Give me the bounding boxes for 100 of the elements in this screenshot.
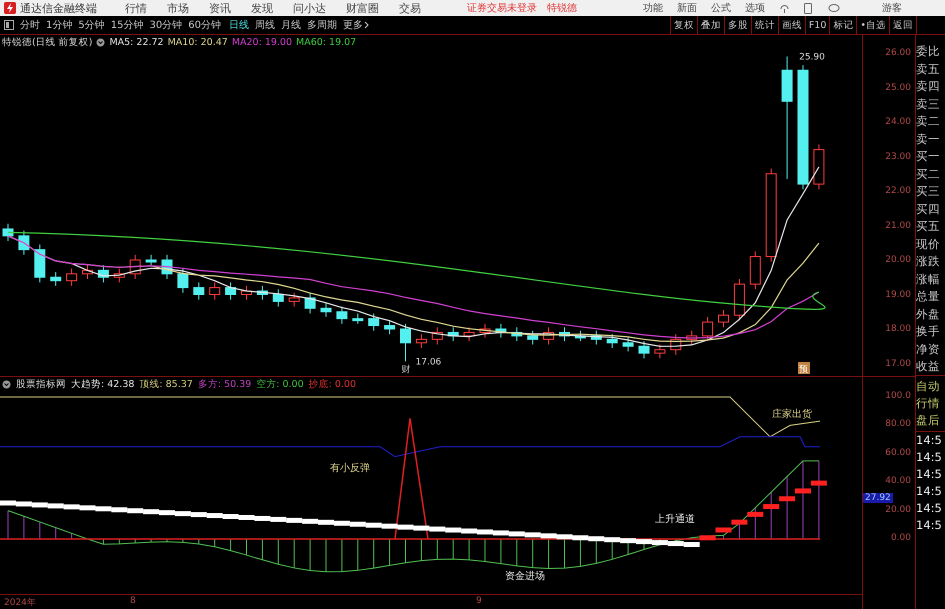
period-tab[interactable]: 30分钟 [149, 18, 182, 32]
candle [654, 344, 666, 359]
candle [559, 326, 570, 342]
tool-button[interactable]: 叠加 [696, 16, 724, 34]
menu-item[interactable]: 交易 [399, 0, 421, 16]
phone-icon[interactable] [804, 2, 812, 14]
trade-time: 14:5 [916, 483, 943, 500]
candle [34, 244, 46, 283]
price-axis-label: 25.00 [885, 82, 911, 92]
quote-label: 收益 [916, 358, 941, 375]
candle [209, 282, 220, 300]
quote-label: 涨跌 [916, 253, 941, 270]
quote-label: 总量 [916, 288, 941, 305]
candle [50, 272, 62, 286]
candle [416, 334, 427, 348]
candle [702, 316, 714, 342]
menu-item[interactable]: 资讯 [209, 0, 231, 16]
period-tab[interactable]: 更多 [342, 18, 369, 32]
candle [304, 292, 316, 314]
menu-item[interactable]: 公式 [711, 1, 731, 15]
panel-toggle-icon[interactable] [4, 20, 14, 30]
tool-button[interactable]: 返回 [889, 16, 916, 34]
moving-average-value: MA60: 19.07 [296, 37, 356, 48]
menu-item[interactable]: 财富圈 [346, 0, 379, 16]
period-tab[interactable]: 1分钟 [46, 18, 72, 32]
settings-icon[interactable] [2, 380, 11, 388]
candle [432, 326, 443, 346]
candle [480, 323, 490, 338]
tool-button[interactable]: 复权 [670, 16, 697, 34]
candle [495, 323, 506, 338]
candle [750, 250, 761, 290]
candle [670, 334, 682, 356]
mode-label[interactable]: 盘后 [916, 412, 945, 429]
indicator-value: 抄底: 0.00 [308, 378, 356, 390]
candle [400, 323, 411, 362]
tool-button[interactable]: 多股 [724, 16, 751, 34]
quote-label: 换手 [916, 323, 941, 340]
period-tab[interactable]: 周线 [254, 18, 275, 32]
indicator-value: 空方: 0.00 [256, 378, 304, 390]
indicator-axis-label: 60.00 [885, 448, 911, 458]
quote-label: 卖二 [916, 113, 941, 130]
menu-item[interactable]: 选项 [745, 1, 765, 15]
candle [448, 326, 459, 342]
tool-button[interactable]: 统计 [750, 16, 778, 34]
trade-time: 14:5 [916, 466, 943, 483]
settings-icon[interactable] [96, 38, 106, 47]
stock-name: 特锐德 [547, 2, 577, 15]
menu-item[interactable]: 市场 [167, 0, 189, 16]
login-notice[interactable]: 证券交易未登录 [467, 1, 537, 15]
candle [225, 282, 236, 300]
mode-label[interactable]: 行情 [916, 395, 945, 412]
menu-item[interactable]: 新面 [677, 1, 697, 15]
candle [320, 302, 332, 318]
candle [256, 285, 268, 300]
tool-button[interactable]: 标记 [829, 16, 856, 34]
candle [130, 254, 141, 280]
date-label: 2024年 [4, 596, 36, 609]
price-axis-label: 18.00 [885, 324, 911, 334]
indicator-axis-label: 40.00 [885, 476, 911, 486]
quote-label: 外盘 [916, 306, 941, 322]
date-label: 9 [476, 596, 482, 606]
indicator-name: 股票指标网 [16, 378, 66, 390]
period-tab[interactable]: 60分钟 [188, 18, 221, 32]
mode-label[interactable]: 自动 [916, 378, 945, 395]
indicator-axis-label: 100.0 [885, 391, 911, 401]
menu-item[interactable]: 发现 [251, 0, 273, 16]
menu-item[interactable]: 功能 [643, 1, 663, 15]
tool-button[interactable]: 画线 [778, 16, 805, 34]
event-marker: 预 [799, 365, 808, 375]
period-tab[interactable]: 多周期 [306, 18, 337, 32]
moving-average-value: MA20: 19.00 [232, 37, 292, 48]
candle [241, 285, 252, 300]
user-label[interactable]: 游客 [882, 1, 902, 15]
candle [82, 264, 93, 280]
candle [66, 268, 78, 286]
candle [288, 292, 300, 308]
quote-label: 卖五 [916, 60, 941, 78]
price-axis-label: 23.00 [885, 152, 911, 162]
event-marker: 财 [402, 365, 410, 375]
quote-label: 卖三 [916, 96, 941, 112]
quote-label: 委比 [916, 43, 941, 60]
price-axis-label: 20.00 [885, 255, 911, 265]
price-axis-label: 17.00 [885, 358, 911, 368]
tool-button[interactable]: •自选 [856, 16, 889, 34]
period-tab[interactable]: 5分钟 [78, 18, 105, 32]
tool-button[interactable]: F10 [804, 16, 830, 34]
moving-average-value: MA10: 20.47 [168, 37, 228, 48]
period-tab[interactable]: 日线 [228, 18, 249, 32]
candle [606, 334, 618, 348]
menu-item[interactable]: 行情 [125, 0, 147, 16]
high-price-label: 25.90 [799, 52, 825, 62]
period-tab[interactable]: 分时 [20, 18, 40, 32]
indicator-value: 多方: 50.39 [198, 378, 252, 390]
period-tab[interactable]: 月线 [280, 18, 301, 32]
period-tab[interactable]: 15分钟 [110, 18, 144, 32]
candle [622, 337, 634, 352]
chevron-right-icon [364, 21, 369, 29]
menu-item[interactable]: 问小达 [293, 0, 326, 16]
signal-label: 庄家出货 [772, 408, 812, 420]
date-label: 8 [130, 596, 136, 606]
